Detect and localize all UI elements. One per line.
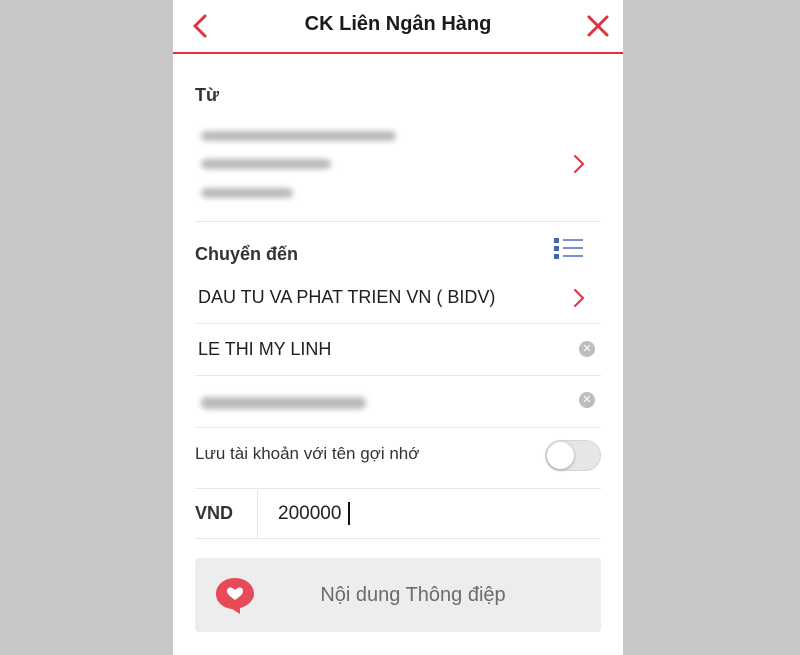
from-account-selector[interactable] [195, 120, 601, 215]
divider [195, 375, 601, 376]
text-caret [348, 502, 350, 525]
divider [195, 323, 601, 324]
bank-name: DAU TU VA PHAT TRIEN VN ( BIDV) [198, 287, 496, 307]
close-icon [587, 15, 609, 37]
currency-label: VND [195, 503, 234, 523]
chevron-right-icon [574, 155, 584, 173]
message-placeholder: Nội dung Thông điệp [320, 584, 506, 606]
chevron-right-icon [574, 289, 584, 307]
bank-selector[interactable]: DAU TU VA PHAT TRIEN VN ( BIDV) [195, 280, 601, 316]
list-icon [554, 238, 583, 259]
divider [195, 427, 601, 428]
close-button[interactable] [583, 10, 613, 42]
amount-input[interactable]: 200000 [269, 494, 599, 534]
divider [195, 538, 601, 539]
toggle-knob [547, 442, 574, 469]
app-header: CK Liên Ngân Hàng [173, 0, 623, 54]
recipient-name-value: LE THI MY LINH [198, 339, 332, 359]
beneficiary-list-button[interactable] [551, 236, 587, 260]
from-account-balance-redacted [201, 188, 293, 198]
recipient-name-field[interactable]: LE THI MY LINH ✕ [195, 330, 601, 370]
message-field[interactable]: Nội dung Thông điệp [195, 558, 601, 632]
from-account-name-redacted [201, 131, 396, 141]
transfer-screen: CK Liên Ngân Hàng Từ Chuyển đến DAU TU V… [173, 0, 623, 655]
from-label: Từ [195, 85, 220, 105]
page-title: CK Liên Ngân Hàng [304, 13, 492, 35]
account-number-field[interactable]: ✕ [195, 382, 601, 422]
amount-value: 200000 [278, 503, 342, 524]
save-account-label: Lưu tài khoản với tên gợi nhớ [195, 444, 420, 463]
save-account-toggle[interactable] [545, 440, 601, 471]
clear-icon[interactable]: ✕ [579, 392, 595, 408]
to-label: Chuyển đến [195, 244, 299, 264]
divider [195, 221, 601, 222]
clear-icon[interactable]: ✕ [579, 341, 595, 357]
from-account-number-redacted [201, 159, 331, 169]
account-number-redacted [201, 397, 366, 409]
divider [195, 488, 601, 489]
separator [257, 490, 258, 538]
